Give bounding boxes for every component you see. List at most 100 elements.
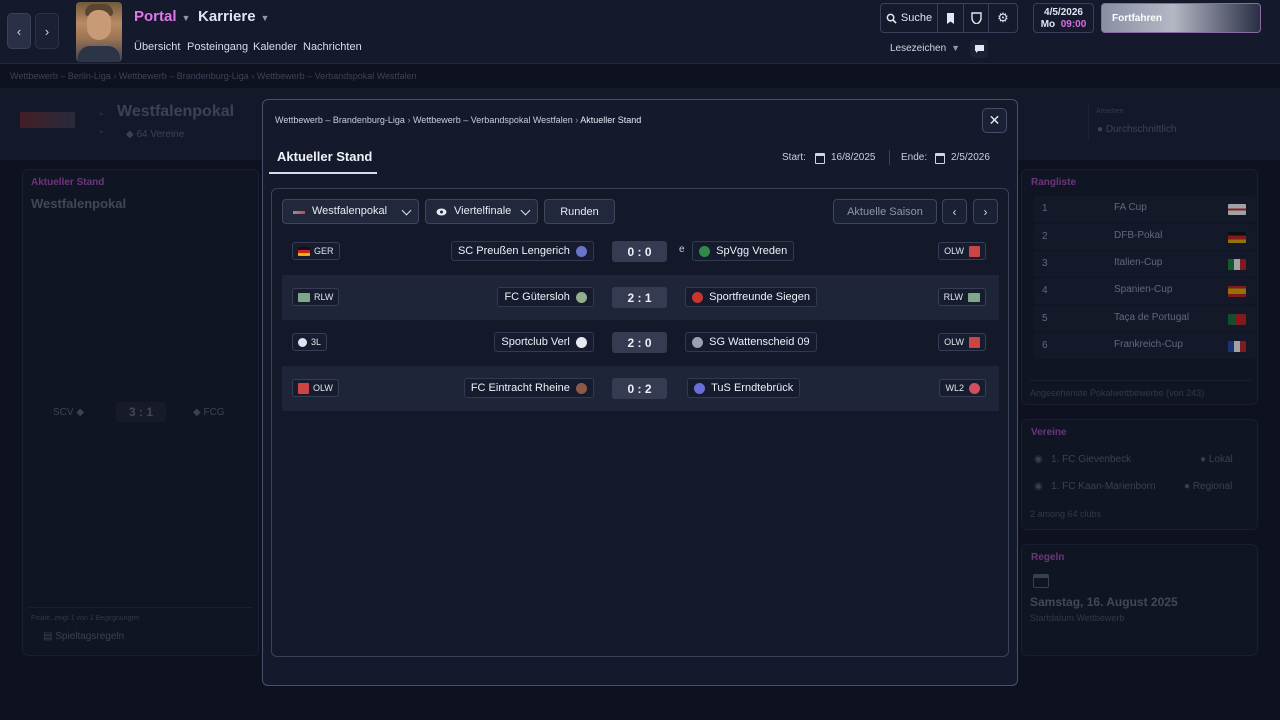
chevron-down-icon: ▼ bbox=[181, 13, 191, 23]
bookmarks-dropdown[interactable]: Lesezeichen ▼ bbox=[890, 43, 960, 54]
match-score[interactable]: 0 : 0 bbox=[612, 241, 667, 262]
match-note: e bbox=[679, 244, 685, 255]
away-team[interactable]: Sportfreunde Siegen bbox=[685, 287, 818, 307]
team-name: SC Preußen Lengerich bbox=[457, 245, 570, 257]
eye-icon bbox=[436, 208, 447, 216]
date-text: 4/5/2026 bbox=[1044, 7, 1083, 18]
chevron-left-icon: ‹ bbox=[16, 23, 22, 39]
calendar-icon bbox=[935, 153, 945, 164]
league-logo-icon bbox=[298, 382, 309, 394]
nav-nachrichten[interactable]: Nachrichten bbox=[303, 41, 362, 53]
close-button[interactable]: ✕ bbox=[982, 108, 1007, 133]
previous-button[interactable]: ‹ bbox=[942, 199, 967, 224]
league-logo-icon bbox=[968, 292, 980, 302]
home-team[interactable]: FC Gütersloh bbox=[497, 287, 594, 307]
chevron-right-icon: › bbox=[44, 23, 50, 39]
league-logo-icon bbox=[969, 382, 980, 394]
league-code: OLW bbox=[313, 383, 333, 393]
league-code: RLW bbox=[943, 292, 963, 302]
back-button[interactable]: ‹ bbox=[7, 13, 31, 49]
weekday-text: Mo bbox=[1040, 19, 1056, 30]
continue-button[interactable]: Fortfahren bbox=[1101, 3, 1261, 33]
club-crest-icon bbox=[699, 245, 710, 257]
search-label: Suche bbox=[900, 12, 933, 24]
team-name: TuS Erndtebrück bbox=[711, 382, 794, 394]
settings-button[interactable]: ⚙ bbox=[988, 3, 1018, 33]
match-score[interactable]: 2 : 1 bbox=[612, 287, 667, 308]
league-code: WL2 bbox=[945, 383, 964, 393]
league-code: GER bbox=[314, 246, 334, 256]
start-date: 16/8/2025 bbox=[831, 152, 876, 163]
match-score[interactable]: 0 : 2 bbox=[612, 378, 667, 399]
league-code: OLW bbox=[944, 337, 964, 347]
bookmark-button[interactable] bbox=[937, 3, 964, 33]
modal-breadcrumb: Wettbewerb – Brandenburg-Liga › Wettbewe… bbox=[275, 115, 642, 125]
match-row[interactable]: RLW FC Gütersloh 2 : 1 Sportfreunde Sieg… bbox=[282, 275, 999, 320]
chevron-down-icon bbox=[401, 205, 412, 216]
club-crest-icon bbox=[576, 245, 587, 257]
home-team[interactable]: Sportclub Verl bbox=[494, 332, 594, 352]
tab-current-state[interactable]: Aktueller Stand bbox=[269, 140, 377, 174]
breadcrumb-item[interactable]: Wettbewerb – Brandenburg-Liga bbox=[275, 115, 405, 125]
chevron-right-icon: › bbox=[983, 204, 988, 219]
fixtures-panel: Westfalenpokal Viertelfinale Runden Aktu… bbox=[271, 188, 1009, 657]
home-league-badge: OLW bbox=[292, 379, 339, 397]
nav-posteingang[interactable]: Posteingang bbox=[187, 41, 248, 53]
flag-germany-icon bbox=[298, 246, 310, 256]
chevron-left-icon: ‹ bbox=[952, 204, 957, 219]
club-crest-icon bbox=[576, 382, 587, 394]
away-team[interactable]: TuS Erndtebrück bbox=[687, 378, 801, 398]
bookmark-icon bbox=[947, 12, 954, 24]
nav-uebersicht[interactable]: Übersicht bbox=[134, 41, 180, 53]
calendar-icon bbox=[815, 153, 825, 164]
portal-label: Portal bbox=[134, 8, 177, 25]
karriere-menu[interactable]: Karriere ▼ bbox=[198, 8, 269, 25]
round-dropdown[interactable]: Viertelfinale bbox=[425, 199, 538, 224]
away-league-badge: OLW bbox=[938, 333, 986, 351]
league-code: OLW bbox=[944, 246, 964, 256]
current-season-button[interactable]: Aktuelle Saison bbox=[833, 199, 937, 224]
match-row[interactable]: OLW FC Eintracht Rheine 0 : 2 TuS Erndte… bbox=[282, 366, 999, 411]
home-league-badge: 3L bbox=[292, 333, 328, 351]
next-button[interactable]: › bbox=[973, 199, 998, 224]
end-date: 2/5/2026 bbox=[951, 152, 990, 163]
competition-dropdown[interactable]: Westfalenpokal bbox=[282, 199, 419, 224]
round-dropdown-label: Viertelfinale bbox=[454, 205, 512, 217]
match-score[interactable]: 2 : 0 bbox=[612, 332, 667, 353]
away-team[interactable]: SG Wattenscheid 09 bbox=[685, 332, 817, 352]
league-code: 3L bbox=[311, 337, 322, 347]
crest-icon bbox=[970, 12, 982, 24]
team-name: FC Gütersloh bbox=[504, 291, 570, 303]
portal-menu[interactable]: Portal ▼ bbox=[134, 8, 190, 25]
manager-avatar[interactable] bbox=[76, 2, 122, 62]
search-button[interactable]: Suche bbox=[880, 3, 938, 33]
away-league-badge: OLW bbox=[938, 242, 986, 260]
breadcrumb-current: Aktueller Stand bbox=[580, 115, 642, 125]
home-league-badge: RLW bbox=[292, 288, 340, 306]
rounds-button[interactable]: Runden bbox=[544, 199, 615, 224]
league-code: RLW bbox=[314, 292, 334, 302]
bookmarks-label: Lesezeichen bbox=[890, 43, 947, 54]
home-team[interactable]: SC Preußen Lengerich bbox=[450, 241, 594, 261]
home-team[interactable]: FC Eintracht Rheine bbox=[463, 378, 594, 398]
club-button[interactable] bbox=[963, 3, 989, 33]
gear-icon: ⚙ bbox=[997, 10, 1009, 25]
breadcrumb-item[interactable]: Wettbewerb – Verbandspokal Westfalen bbox=[413, 115, 573, 125]
date-time-display[interactable]: 4/5/2026 Mo 09:00 bbox=[1033, 3, 1094, 33]
league-logo-icon bbox=[969, 245, 980, 257]
chevron-down-icon bbox=[520, 205, 531, 216]
team-name: Sportfreunde Siegen bbox=[709, 291, 811, 303]
away-team[interactable]: SpVgg Vreden bbox=[692, 241, 795, 261]
team-name: SpVgg Vreden bbox=[716, 245, 788, 257]
chat-button[interactable] bbox=[970, 40, 988, 58]
league-logo-icon bbox=[298, 292, 310, 302]
match-row[interactable]: 3L Sportclub Verl 2 : 0 SG Wattenscheid … bbox=[282, 320, 999, 365]
match-row[interactable]: GER SC Preußen Lengerich 0 : 0 e SpVgg V… bbox=[282, 229, 999, 274]
league-logo-icon bbox=[298, 337, 307, 347]
current-state-modal: Wettbewerb – Brandenburg-Liga › Wettbewe… bbox=[262, 99, 1018, 686]
close-icon: ✕ bbox=[988, 112, 1001, 128]
forward-button[interactable]: › bbox=[35, 13, 59, 49]
nav-kalender[interactable]: Kalender bbox=[253, 41, 297, 53]
team-name: SG Wattenscheid 09 bbox=[709, 336, 810, 348]
competition-dropdown-label: Westfalenpokal bbox=[312, 205, 388, 217]
